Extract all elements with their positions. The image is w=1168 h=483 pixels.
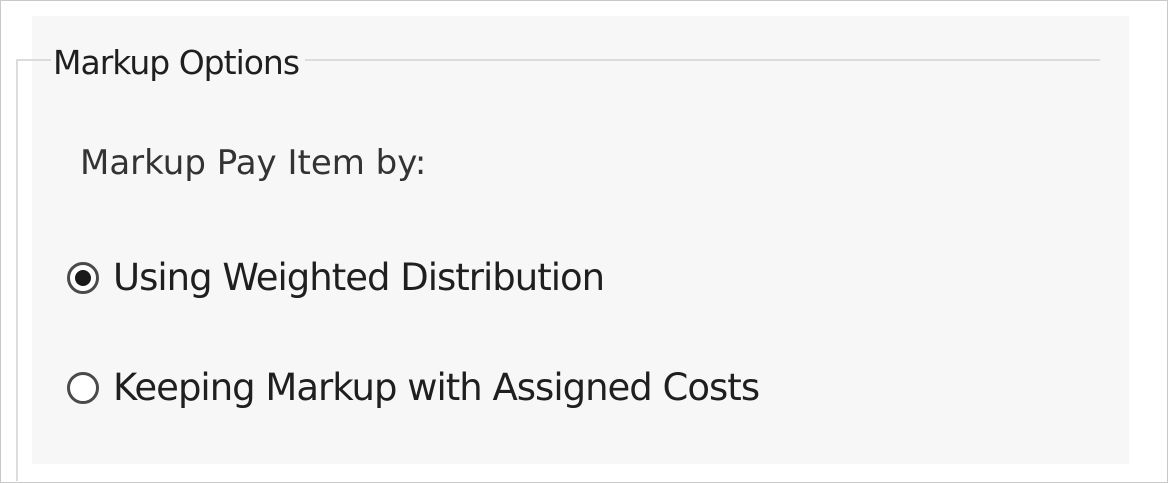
radio-button-unselected[interactable]	[67, 372, 99, 404]
markup-pay-item-label: Markup Pay Item by:	[80, 143, 427, 183]
dialog-frame: Markup Options Markup Pay Item by: Using…	[0, 0, 1168, 483]
radio-button-selected[interactable]	[67, 262, 99, 294]
radio-option-keeping-markup[interactable]: Keeping Markup with Assigned Costs	[67, 364, 760, 412]
radio-option-weighted-distribution[interactable]: Using Weighted Distribution	[67, 254, 605, 302]
groupbox-title: Markup Options	[51, 43, 306, 83]
radio-label-keeping-markup[interactable]: Keeping Markup with Assigned Costs	[113, 366, 760, 410]
radio-label-weighted-distribution[interactable]: Using Weighted Distribution	[113, 256, 605, 300]
radio-selected-dot	[75, 270, 91, 286]
